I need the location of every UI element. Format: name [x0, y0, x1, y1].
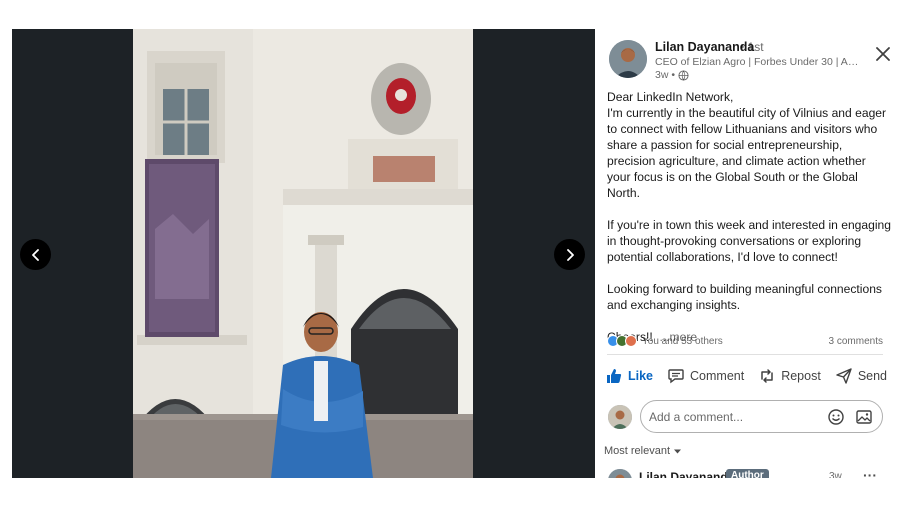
add-image-button[interactable] — [854, 407, 874, 427]
post-photo — [133, 29, 473, 478]
divider — [607, 354, 883, 355]
comment-more-button[interactable]: ··· — [863, 467, 877, 478]
comment-item: Lilan Dayananda Author 3w ··· — [608, 467, 888, 478]
comment-author-name[interactable]: Lilan Dayananda — [639, 470, 734, 478]
comment-author-avatar[interactable] — [608, 469, 632, 478]
chevron-right-icon — [566, 248, 574, 261]
like-button[interactable]: Like — [605, 367, 653, 385]
media-pane — [12, 29, 595, 478]
repost-label: Repost — [781, 369, 821, 383]
next-image-button[interactable] — [554, 239, 585, 270]
chevron-left-icon — [31, 248, 39, 261]
post-meta: 3w • — [655, 69, 689, 81]
globe-icon — [678, 69, 689, 81]
previous-image-button[interactable] — [20, 239, 51, 270]
close-button[interactable] — [872, 43, 894, 65]
comment-input[interactable] — [649, 409, 818, 424]
post-body: Dear LinkedIn Network, I'm currently in … — [607, 89, 891, 345]
comment-button[interactable]: Comment — [667, 367, 744, 385]
author-avatar[interactable] — [609, 40, 647, 78]
repost-icon — [761, 369, 773, 383]
image-icon — [856, 409, 872, 424]
current-user-avatar[interactable] — [608, 405, 632, 429]
close-icon — [876, 47, 890, 61]
reactions-bar: You and 53 others 3 comments — [607, 333, 883, 349]
sort-label: Most relevant — [604, 445, 671, 457]
celebrate-reaction-icon — [625, 335, 637, 347]
comments-count[interactable]: 3 comments — [829, 336, 883, 347]
send-icon — [836, 368, 852, 384]
sort-comments-dropdown[interactable]: Most relevant — [604, 445, 682, 457]
post-time: 3w • — [655, 69, 676, 81]
send-label: Send — [857, 369, 888, 383]
caret-down-icon — [674, 449, 682, 453]
repost-button[interactable]: Repost — [758, 367, 821, 385]
author-headline: CEO of Elzian Agro | Forbes Under 30 | A… — [655, 56, 860, 68]
post-viewer-modal: Lilan Dayananda • 1st CEO of Elzian Agro… — [0, 0, 900, 505]
comment-icon — [668, 369, 684, 384]
post-details-pane: Lilan Dayananda • 1st CEO of Elzian Agro… — [595, 29, 900, 478]
connection-degree: • 1st — [740, 40, 764, 54]
post-paragraph: Looking forward to building meaningful c… — [607, 282, 882, 312]
thumbs-up-icon — [607, 369, 622, 383]
photo-illustration — [133, 29, 473, 478]
comment-input-box — [640, 400, 883, 433]
emoji-icon — [828, 408, 844, 425]
comment-label: Comment — [690, 369, 745, 383]
reactions-count[interactable]: You and 53 others — [642, 336, 723, 347]
social-actions: Like Comment Repost Send — [605, 363, 890, 389]
reaction-icons[interactable] — [607, 335, 637, 347]
post-paragraph: Dear LinkedIn Network, I'm currently in … — [607, 90, 887, 200]
send-button[interactable]: Send — [835, 367, 887, 385]
like-label: Like — [628, 369, 654, 383]
comment-time: 3w — [829, 471, 842, 478]
post-paragraph: If you're in town this week and interest… — [607, 218, 892, 264]
author-badge: Author — [726, 469, 769, 478]
emoji-button[interactable] — [826, 407, 846, 427]
